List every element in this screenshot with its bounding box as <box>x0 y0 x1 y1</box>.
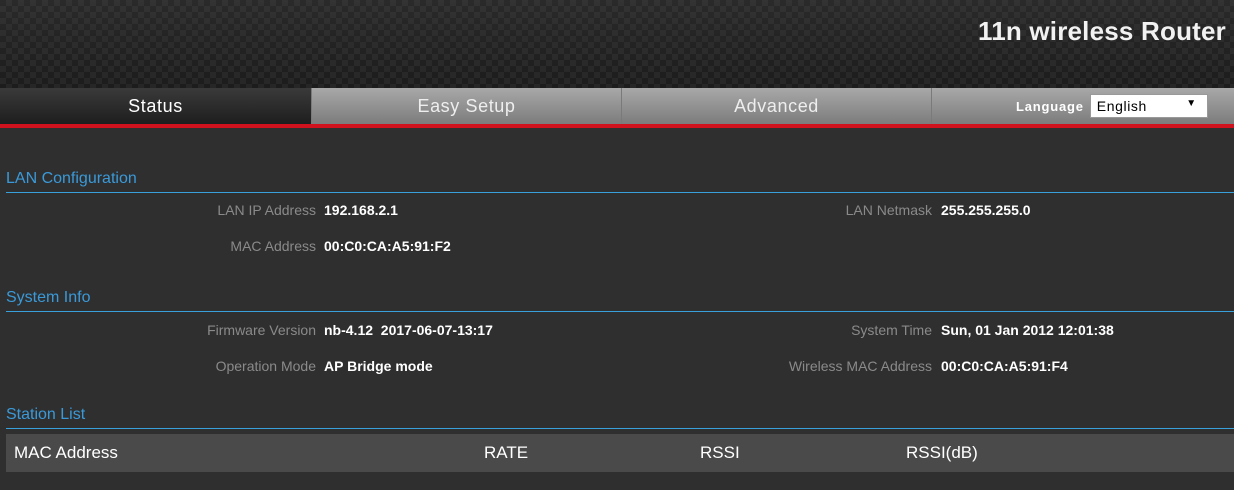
wireless-mac-label: Wireless MAC Address <box>788 358 932 374</box>
system-time-value: Sun, 01 Jan 2012 12:01:38 <box>941 322 1114 338</box>
tab-advanced[interactable]: Advanced <box>622 88 932 124</box>
section-title-lan: LAN Configuration <box>6 170 137 187</box>
header-banner: 11n wireless Router <box>0 0 1234 88</box>
column-header-mac: MAC Address <box>14 443 118 462</box>
column-header-rssi: RSSI <box>700 443 740 462</box>
section-divider <box>6 192 1234 193</box>
language-selected-value: English <box>1096 98 1147 114</box>
column-header-rate: RATE <box>484 443 529 462</box>
tab-status[interactable]: Status <box>0 88 312 124</box>
system-time-label: System Time <box>851 322 932 338</box>
column-header-rssi-db: RSSI(dB) <box>906 443 978 462</box>
main-nav: Status Easy Setup Advanced Language Engl… <box>0 88 1234 128</box>
tab-easy-setup[interactable]: Easy Setup <box>312 88 622 124</box>
firmware-version-value: nb-4.12 2017-06-07-13:17 <box>324 322 493 338</box>
chevron-down-icon: ▼ <box>1186 98 1197 109</box>
lan-netmask-label: LAN Netmask <box>845 202 932 218</box>
wireless-mac-value: 00:C0:CA:A5:91:F4 <box>941 358 1068 374</box>
mac-address-value: 00:C0:CA:A5:91:F2 <box>324 238 451 254</box>
firmware-version-label: Firmware Version <box>207 322 316 338</box>
lan-ip-label: LAN IP Address <box>217 202 316 218</box>
section-title-system: System Info <box>6 289 91 306</box>
section-title-station: Station List <box>6 406 86 423</box>
lan-ip-value: 192.168.2.1 <box>324 202 398 218</box>
section-divider <box>6 428 1234 429</box>
operation-mode-label: Operation Mode <box>215 358 316 374</box>
language-label: Language <box>1016 98 1084 114</box>
lan-netmask-value: 255.255.255.0 <box>941 202 1031 218</box>
language-area: Language English ▼ <box>932 88 1234 124</box>
language-select[interactable]: English ▼ <box>1089 94 1208 118</box>
product-title: 11n wireless Router <box>977 16 1226 46</box>
mac-address-label: MAC Address <box>230 238 316 254</box>
operation-mode-value: AP Bridge mode <box>324 358 433 374</box>
station-table-header: MAC Address RATE RSSI RSSI(dB) <box>6 434 1234 472</box>
section-divider <box>6 311 1234 312</box>
